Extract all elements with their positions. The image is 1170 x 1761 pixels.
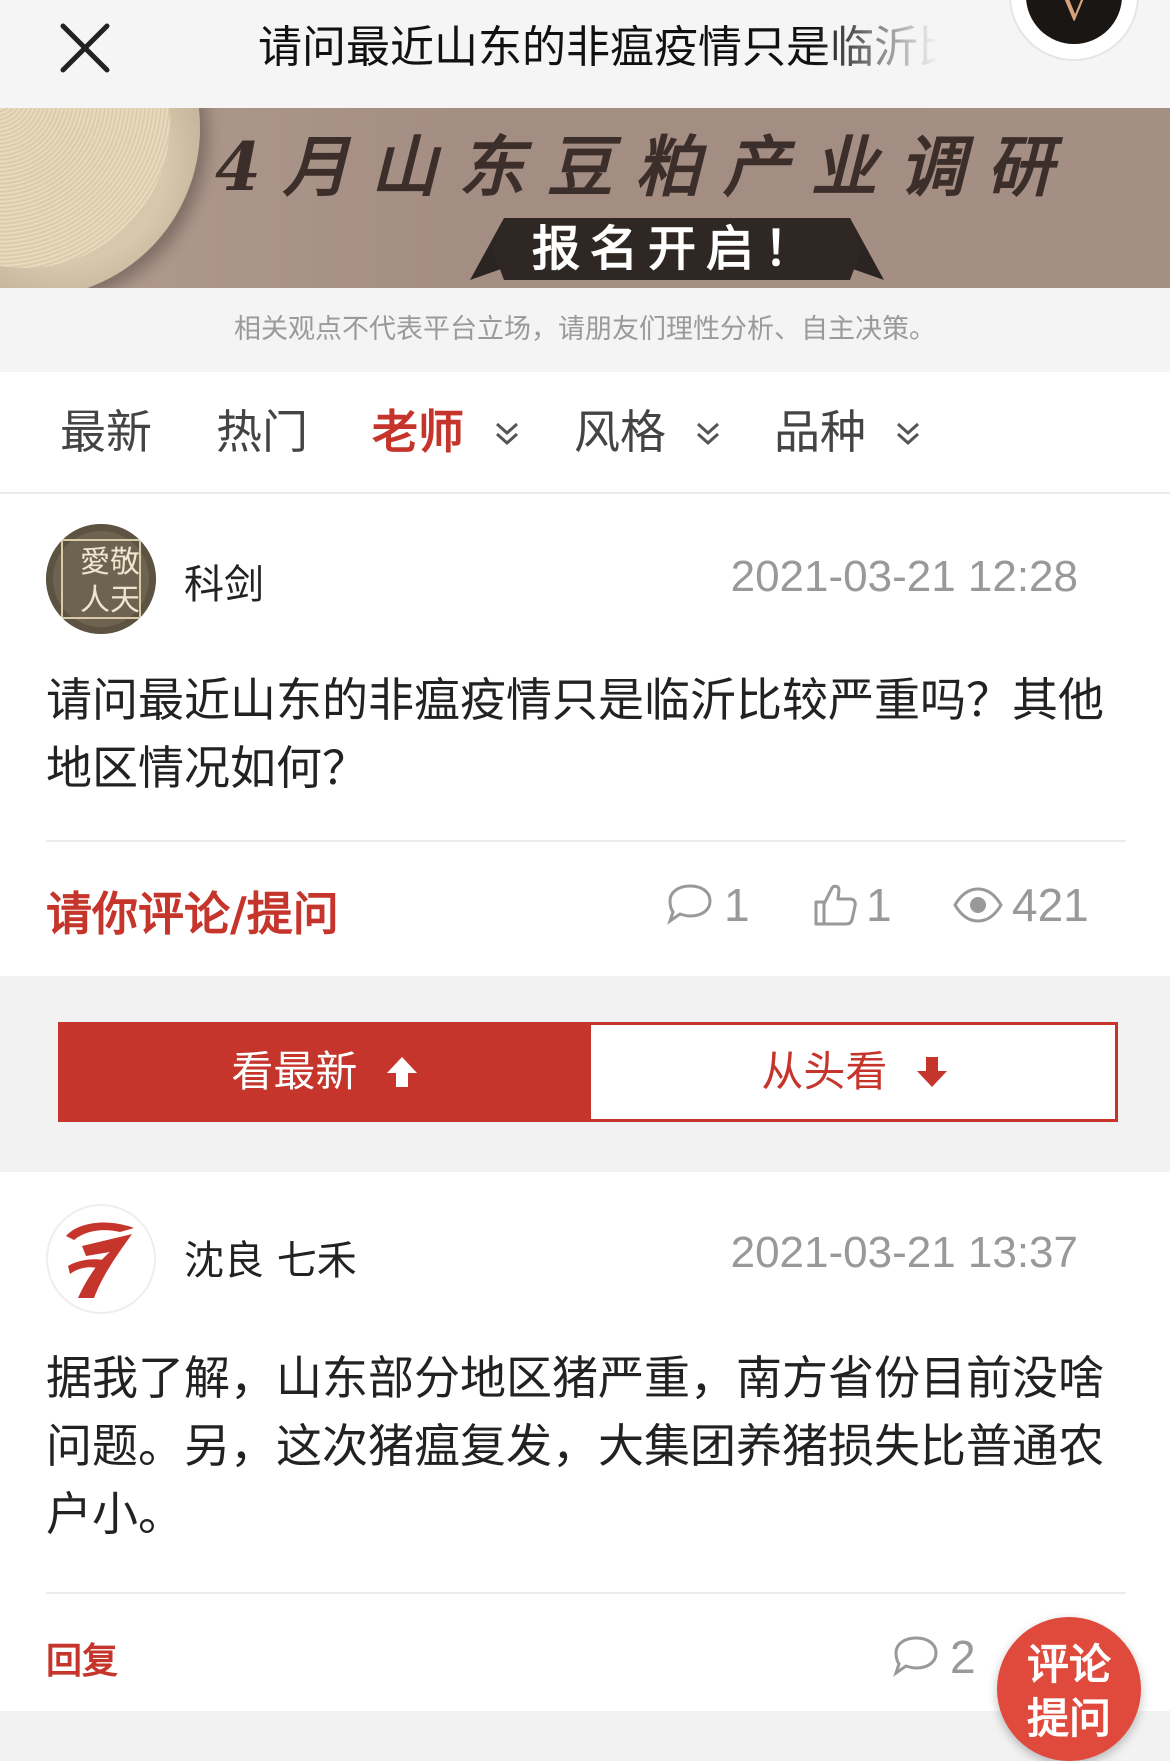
page-title: 请问最近山东的非瘟疫情只是临沂比较严重吗？其他地区情况如何？ — [258, 22, 938, 73]
post-content: 请问最近山东的非瘟疫情只是临沂比较严重吗？其他地区情况如何？ — [46, 673, 1104, 795]
tab-style[interactable]: 风格 — [574, 372, 723, 492]
vip-badge-text: V — [1058, 0, 1090, 30]
comment-icon — [667, 884, 712, 925]
reply-content: 据我了解，山东部分地区猪严重，南方省份目前没啥问题。另，这次猪瘟复发，大集团养猪… — [46, 1351, 1104, 1541]
tab-label: 热门 — [216, 405, 308, 459]
author-name[interactable]: 科剑 — [184, 552, 264, 610]
comment-count-value: 2 — [950, 1631, 976, 1683]
main-post: 愛 敬 人 天 科剑 2021-03-21 12:28 请问最近山东的非瘟疫情只… — [0, 494, 1170, 976]
reply-time: 2021-03-21 13:37 — [730, 1228, 1078, 1277]
view-newest-button[interactable]: 看最新 — [61, 1025, 591, 1119]
top-bar: 请问最近山东的非瘟疫情只是临沂比较严重吗？其他地区情况如何？ V — [0, 0, 1170, 109]
close-icon[interactable] — [55, 18, 115, 78]
view-count: 421 — [952, 878, 1089, 932]
tab-label: 最新 — [60, 405, 152, 459]
arrow-up-icon — [386, 1056, 417, 1087]
chevron-down-icon — [492, 373, 522, 493]
divider — [46, 840, 1126, 842]
chevron-down-icon — [693, 373, 723, 493]
view-from-start-button[interactable]: 从头看 — [591, 1025, 1121, 1119]
tab-hot[interactable]: 热门 — [216, 372, 308, 492]
like-count[interactable]: 1 — [812, 878, 892, 932]
reply-post: 沈良 七禾 2021-03-21 13:37 据我了解，山东部分地区猪严重，南方… — [0, 1172, 1170, 1711]
avatar-glyph: 愛 — [80, 545, 110, 580]
vip-avatar-icon[interactable]: V — [1006, 0, 1142, 70]
post-time: 2021-03-21 12:28 — [730, 552, 1078, 601]
chevron-down-icon — [893, 373, 923, 493]
view-count-value: 421 — [1012, 879, 1089, 931]
sort-section: 看最新 从头看 — [0, 976, 1170, 1172]
eye-icon — [953, 887, 1003, 923]
filter-tabs: 最新 热门 老师 风格 品种 — [0, 372, 1170, 494]
disclaimer: 相关观点不代表平台立场，请朋友们理性分析、自主决策。 — [0, 288, 1170, 372]
tab-label: 风格 — [574, 405, 666, 459]
view-newest-label: 看最新 — [231, 1047, 358, 1096]
comment-count[interactable]: 1 — [664, 878, 750, 932]
banner-title: 4月山东豆粕产业调研 — [215, 128, 1075, 206]
avatar[interactable]: 愛 敬 人 天 — [46, 524, 156, 634]
like-count-value: 1 — [866, 879, 892, 931]
tab-label: 品种 — [774, 405, 866, 459]
comment-question-fab[interactable]: 评论 提问 — [997, 1617, 1141, 1761]
thumb-up-icon — [814, 884, 857, 926]
reply-link[interactable]: 回复 — [46, 1632, 118, 1684]
sort-toggle: 看最新 从头看 — [58, 1022, 1118, 1122]
avatar-glyph: 敬 — [110, 545, 140, 580]
avatar[interactable] — [46, 1204, 156, 1314]
banner-cta: 报名开启！ — [531, 221, 822, 277]
view-from-start-label: 从头看 — [761, 1047, 888, 1096]
comment-count-value: 1 — [724, 879, 750, 931]
comment-count[interactable]: 2 — [890, 1630, 976, 1684]
avatar-glyph: 天 — [110, 583, 140, 618]
arrow-down-icon — [916, 1056, 947, 1087]
comment-prompt-link[interactable]: 请你评论/提问 — [46, 878, 339, 944]
tab-latest[interactable]: 最新 — [60, 372, 152, 492]
fab-label-line2: 提问 — [1026, 1694, 1111, 1743]
divider — [46, 1592, 1126, 1594]
avatar-glyph: 人 — [80, 583, 110, 618]
tab-teacher[interactable]: 老师 — [372, 372, 522, 492]
comment-icon — [893, 1636, 938, 1677]
tab-label: 老师 — [372, 405, 464, 459]
fab-label-line1: 评论 — [1026, 1640, 1111, 1689]
promo-banner[interactable]: 4月山东豆粕产业调研 报名开启！ — [0, 108, 1170, 288]
author-name[interactable]: 沈良 七禾 — [184, 1228, 357, 1286]
tab-variety[interactable]: 品种 — [774, 372, 923, 492]
